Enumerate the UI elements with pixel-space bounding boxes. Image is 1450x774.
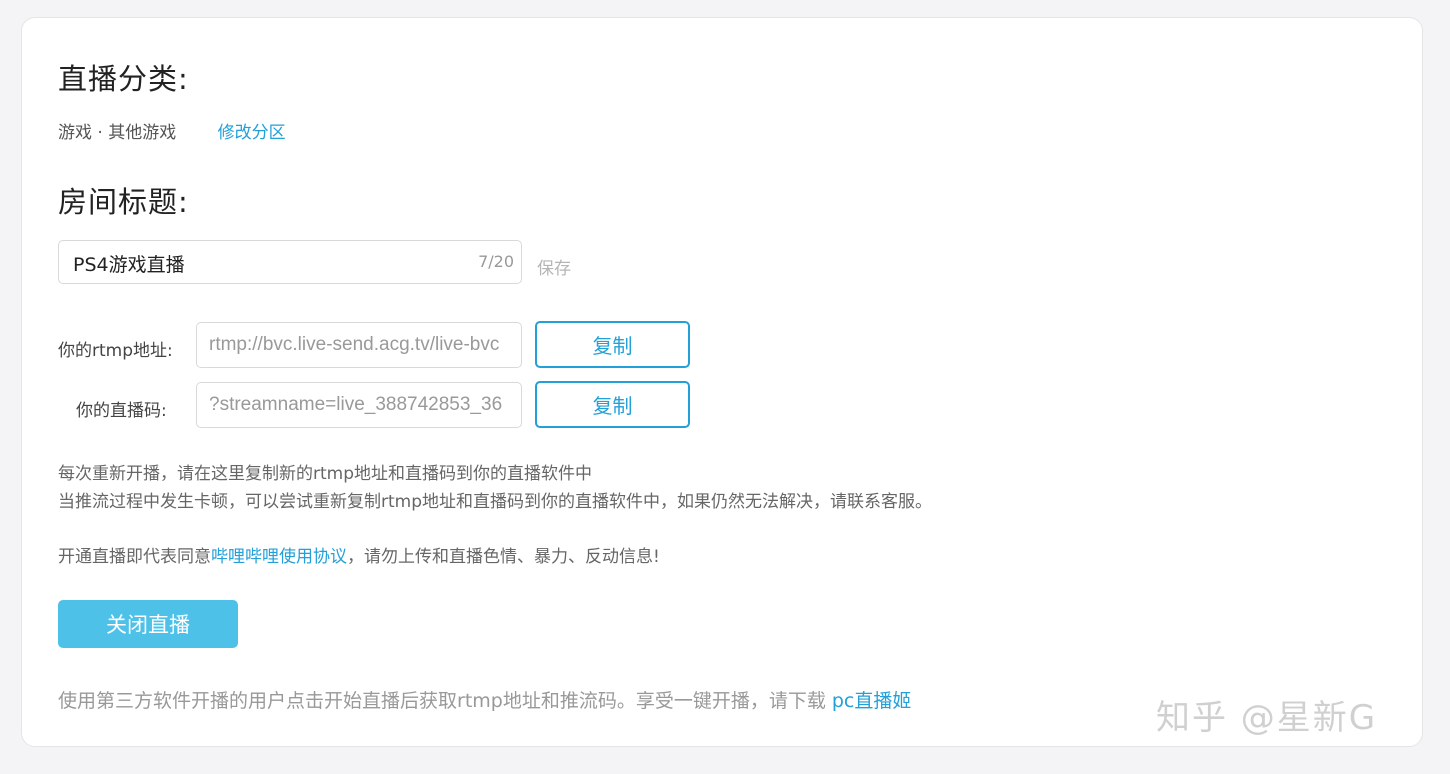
- footer-note: 使用第三方软件开播的用户点击开始直播后获取rtmp地址和推流码。享受一键开播，请…: [58, 686, 911, 713]
- footer-note-text: 使用第三方软件开播的用户点击开始直播后获取rtmp地址和推流码。享受一键开播，请…: [58, 690, 832, 712]
- stream-code-input[interactable]: [196, 382, 522, 428]
- pc-live-app-link[interactable]: pc直播姬: [832, 690, 912, 712]
- zhihu-watermark: 知乎 @星新G: [1156, 698, 1378, 738]
- category-row: 游戏 · 其他游戏 修改分区: [58, 118, 286, 143]
- agreement-suffix: ，请勿上传和直播色情、暴力、反动信息!: [347, 547, 660, 567]
- room-title-heading: 房间标题:: [58, 185, 189, 219]
- agreement-notice: 开通直播即代表同意哔哩哔哩使用协议，请勿上传和直播色情、暴力、反动信息!: [58, 542, 660, 567]
- copy-rtmp-button[interactable]: 复制: [535, 321, 690, 368]
- live-settings-card: 直播分类: 游戏 · 其他游戏 修改分区 房间标题: 7/20 保存 你的rtm…: [21, 17, 1423, 747]
- change-category-link[interactable]: 修改分区: [218, 123, 286, 143]
- save-title-button[interactable]: 保存: [537, 254, 571, 279]
- rtmp-address-input[interactable]: [196, 322, 522, 368]
- info-text-line-1: 每次重新开播，请在这里复制新的rtmp地址和直播码到你的直播软件中: [58, 464, 593, 484]
- room-title-input[interactable]: [71, 241, 475, 285]
- stream-code-label: 你的直播码:: [76, 401, 167, 421]
- category-value: 游戏 · 其他游戏: [58, 123, 177, 143]
- rtmp-address-label: 你的rtmp地址:: [58, 341, 173, 361]
- category-title: 直播分类:: [58, 62, 189, 96]
- agreement-prefix: 开通直播即代表同意: [58, 547, 211, 567]
- room-title-field: 7/20: [58, 240, 522, 285]
- close-live-button[interactable]: 关闭直播: [58, 600, 238, 648]
- copy-stream-code-button[interactable]: 复制: [535, 381, 690, 428]
- info-text-line-2: 当推流过程中发生卡顿，可以尝试重新复制rtmp地址和直播码到你的直播软件中，如果…: [58, 492, 933, 512]
- user-agreement-link[interactable]: 哔哩哔哩使用协议: [211, 547, 347, 567]
- title-char-counter: 7/20: [478, 252, 514, 271]
